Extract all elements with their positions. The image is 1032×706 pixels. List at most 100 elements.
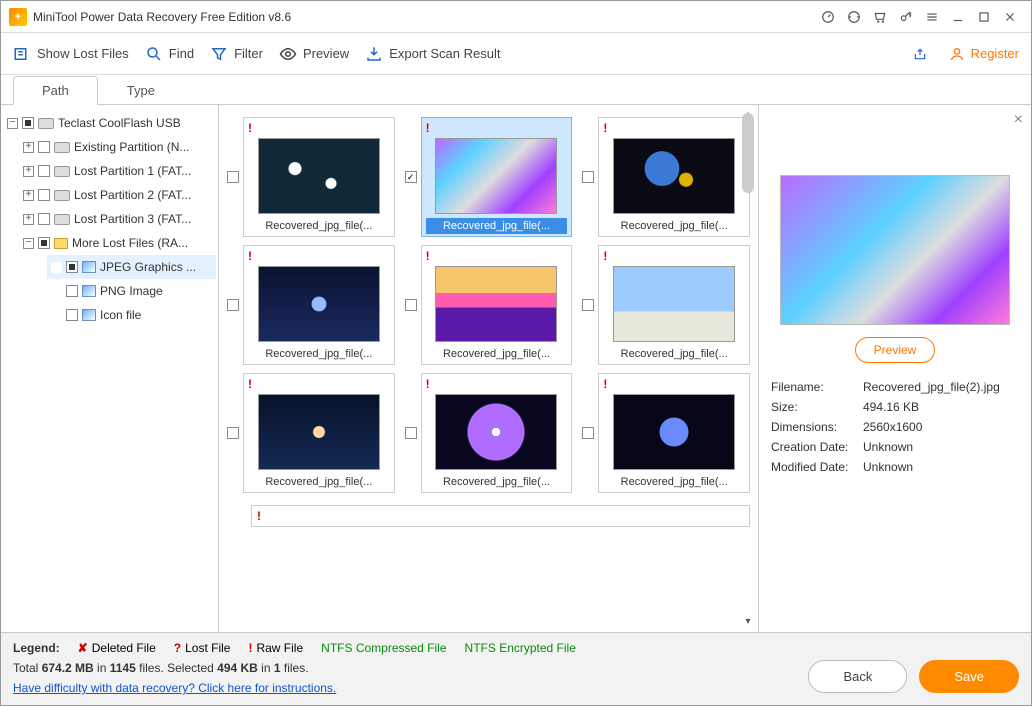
maximize-button[interactable]	[971, 4, 997, 30]
minimize-button[interactable]	[945, 4, 971, 30]
meta-value: Unknown	[863, 440, 913, 454]
collapse-icon[interactable]: −	[23, 238, 34, 249]
file-checkbox[interactable]	[582, 171, 594, 183]
save-button[interactable]: Save	[919, 660, 1019, 693]
view-tabs: Path Type	[1, 75, 1031, 105]
filter-label: Filter	[234, 46, 263, 61]
key-icon[interactable]	[893, 4, 919, 30]
folder-icon	[54, 238, 68, 249]
file-card[interactable]: !Recovered_jpg_file(...	[598, 117, 750, 237]
file-checkbox[interactable]	[227, 171, 239, 183]
expand-icon[interactable]: +	[23, 190, 34, 201]
menu-icon[interactable]	[919, 4, 945, 30]
collapse-icon[interactable]: −	[7, 118, 18, 129]
drive-icon	[54, 190, 70, 201]
preview-detail-button[interactable]: Preview	[855, 337, 936, 363]
raw-file-icon: !	[426, 122, 430, 134]
cart-icon[interactable]	[867, 4, 893, 30]
expand-icon[interactable]: +	[23, 142, 34, 153]
file-checkbox[interactable]	[405, 299, 417, 311]
checkbox[interactable]	[66, 309, 78, 321]
filter-button[interactable]: Filter	[210, 45, 263, 63]
tree-item[interactable]: + Lost Partition 3 (FAT...	[19, 207, 216, 231]
checkbox[interactable]	[22, 117, 34, 129]
show-lost-files-button[interactable]: Show Lost Files	[13, 45, 129, 63]
file-item[interactable]: !Recovered_jpg_file(...	[582, 117, 750, 237]
meta-value: Recovered_jpg_file(2).jpg	[863, 380, 1000, 394]
checkbox[interactable]	[38, 189, 50, 201]
file-name: Recovered_jpg_file(...	[603, 346, 745, 362]
close-button[interactable]	[997, 4, 1023, 30]
tree-root[interactable]: − Teclast CoolFlash USB	[3, 111, 216, 135]
meta-key: Size:	[771, 400, 863, 414]
file-checkbox[interactable]	[405, 427, 417, 439]
file-item[interactable]: !Recovered_jpg_file(...	[405, 373, 573, 493]
checkbox[interactable]	[38, 141, 50, 153]
file-card[interactable]: !Recovered_jpg_file(...	[421, 245, 573, 365]
file-checkbox[interactable]	[227, 299, 239, 311]
file-checkbox[interactable]	[227, 427, 239, 439]
window-title: MiniTool Power Data Recovery Free Editio…	[33, 10, 291, 24]
close-icon[interactable]: ×	[1014, 111, 1023, 129]
tab-path[interactable]: Path	[13, 76, 98, 105]
tree-item-label: Lost Partition 2 (FAT...	[74, 188, 191, 202]
thumbnail	[258, 394, 380, 470]
file-item[interactable]: !Recovered_jpg_file(...	[582, 373, 750, 493]
preview-label: Preview	[303, 46, 349, 61]
file-card[interactable]: !Recovered_jpg_file(...	[421, 117, 573, 237]
preview-button[interactable]: Preview	[279, 45, 349, 63]
back-button[interactable]: Back	[808, 660, 907, 693]
tree-item-jpeg[interactable]: JPEG Graphics ...	[47, 255, 216, 279]
tree-item[interactable]: +Existing Partition (N...	[19, 135, 216, 159]
file-item[interactable]: !Recovered_jpg_file(...	[227, 117, 395, 237]
tree-item-icon[interactable]: Icon file	[47, 303, 216, 327]
file-item[interactable]: !Recovered_jpg_file(...	[227, 245, 395, 365]
find-button[interactable]: Find	[145, 45, 194, 63]
expand-icon[interactable]: +	[23, 166, 34, 177]
preview-btn-label: Preview	[874, 343, 917, 357]
tree-item[interactable]: + Lost Partition 2 (FAT...	[19, 183, 216, 207]
support-icon[interactable]	[841, 4, 867, 30]
file-checkbox[interactable]	[582, 427, 594, 439]
scroll-down-icon[interactable]: ▾	[742, 616, 754, 628]
file-card[interactable]: !Recovered_jpg_file(...	[598, 373, 750, 493]
file-card[interactable]: !Recovered_jpg_file(...	[598, 245, 750, 365]
checkbox[interactable]	[38, 213, 50, 225]
scroll-thumb[interactable]	[742, 113, 754, 193]
checkbox[interactable]	[38, 237, 50, 249]
expand-icon[interactable]: +	[23, 214, 34, 225]
scrollbar[interactable]: ▴ ▾	[740, 113, 756, 624]
tab-type[interactable]: Type	[98, 76, 184, 105]
tree-item-label: Icon file	[100, 308, 141, 322]
tree-item-more-lost[interactable]: −More Lost Files (RA...	[19, 231, 216, 255]
file-checkbox[interactable]	[405, 171, 417, 183]
file-item[interactable]: !Recovered_jpg_file(...	[227, 373, 395, 493]
tree-item-label: Lost Partition 3 (FAT...	[74, 212, 191, 226]
file-card[interactable]: !Recovered_jpg_file(...	[421, 373, 573, 493]
file-item[interactable]: !Recovered_jpg_file(...	[405, 245, 573, 365]
thumbnail	[613, 394, 735, 470]
folder-tree[interactable]: − Teclast CoolFlash USB +Existing Partit…	[1, 105, 219, 632]
content-area: − Teclast CoolFlash USB +Existing Partit…	[1, 105, 1031, 632]
thumbnail	[435, 138, 557, 214]
legend-raw: !Raw File	[248, 641, 303, 655]
dashboard-icon[interactable]	[815, 4, 841, 30]
thumbnail	[613, 266, 735, 342]
file-grid[interactable]: !Recovered_jpg_file(...!Recovered_jpg_fi…	[219, 105, 758, 505]
tree-item[interactable]: +Lost Partition 1 (FAT...	[19, 159, 216, 183]
checkbox[interactable]	[66, 261, 78, 273]
file-card[interactable]: !Recovered_jpg_file(...	[243, 245, 395, 365]
register-button[interactable]: Register	[949, 46, 1019, 62]
raw-file-icon: !	[248, 378, 252, 390]
file-item[interactable]: !Recovered_jpg_file(...	[582, 245, 750, 365]
share-icon[interactable]	[907, 41, 933, 67]
checkbox[interactable]	[66, 285, 78, 297]
file-grid-partial: !	[251, 505, 750, 527]
checkbox[interactable]	[38, 165, 50, 177]
file-checkbox[interactable]	[582, 299, 594, 311]
file-item[interactable]: !Recovered_jpg_file(...	[405, 117, 573, 237]
file-card[interactable]: !Recovered_jpg_file(...	[243, 117, 395, 237]
file-card[interactable]: !Recovered_jpg_file(...	[243, 373, 395, 493]
tree-item-png[interactable]: PNG Image	[47, 279, 216, 303]
export-scan-button[interactable]: Export Scan Result	[365, 45, 500, 63]
